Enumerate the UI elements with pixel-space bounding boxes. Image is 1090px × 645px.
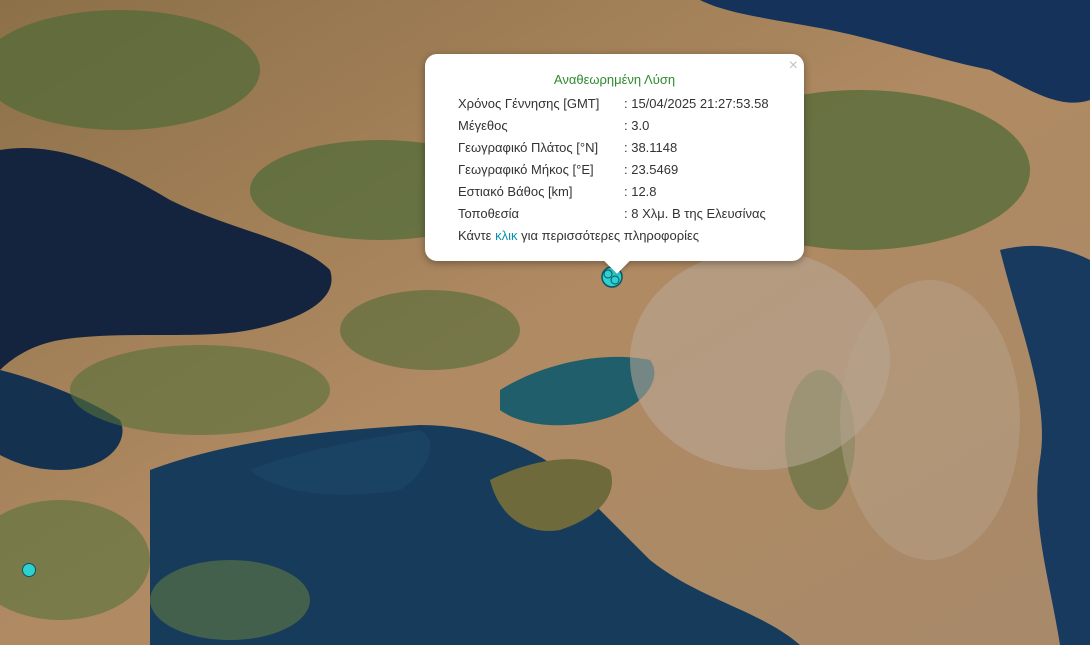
row-value: : 12.8 xyxy=(624,184,657,199)
earthquake-marker-secondary[interactable] xyxy=(22,563,36,577)
row-label: Εστιακό Βάθος [km] xyxy=(458,184,573,199)
row-value: : 8 Χλμ. Β της Ελευσίνας xyxy=(624,206,766,221)
row-label: Χρόνος Γέννησης [GMT] xyxy=(458,96,600,111)
row-value: : 15/04/2025 21:27:53.58 xyxy=(624,96,769,111)
more-info-link[interactable]: κλικ xyxy=(495,228,517,243)
row-label: Γεωγραφικό Μήκος [°E] xyxy=(458,162,594,177)
more-info-line: Κάντε κλικ για περισσότερες πληροφορίες xyxy=(458,228,699,243)
earthquake-info-popup: × Αναθεωρημένη Λύση Χρόνος Γέννησης [GMT… xyxy=(425,54,804,274)
map-view[interactable]: × Αναθεωρημένη Λύση Χρόνος Γέννησης [GMT… xyxy=(0,0,1090,645)
row-label: Μέγεθος xyxy=(458,118,508,133)
row-value: : 38.1148 xyxy=(624,140,678,155)
more-info-suffix: για περισσότερες πληροφορίες xyxy=(517,228,700,243)
row-label: Γεωγραφικό Πλάτος [°N] xyxy=(458,140,599,155)
popup-title: Αναθεωρημένη Λύση xyxy=(553,72,676,87)
row-value: : 23.5469 xyxy=(624,162,679,177)
more-info-prefix: Κάντε xyxy=(458,228,496,243)
row-label: Τοποθεσία xyxy=(458,206,520,221)
row-value: : 3.0 xyxy=(624,118,650,133)
